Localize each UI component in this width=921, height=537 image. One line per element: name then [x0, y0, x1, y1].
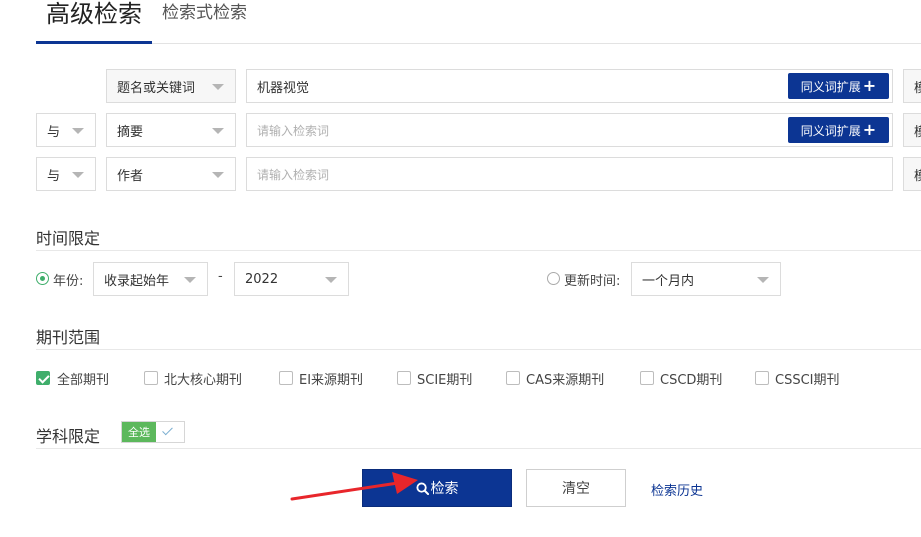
annotation-arrow-icon	[290, 472, 418, 501]
